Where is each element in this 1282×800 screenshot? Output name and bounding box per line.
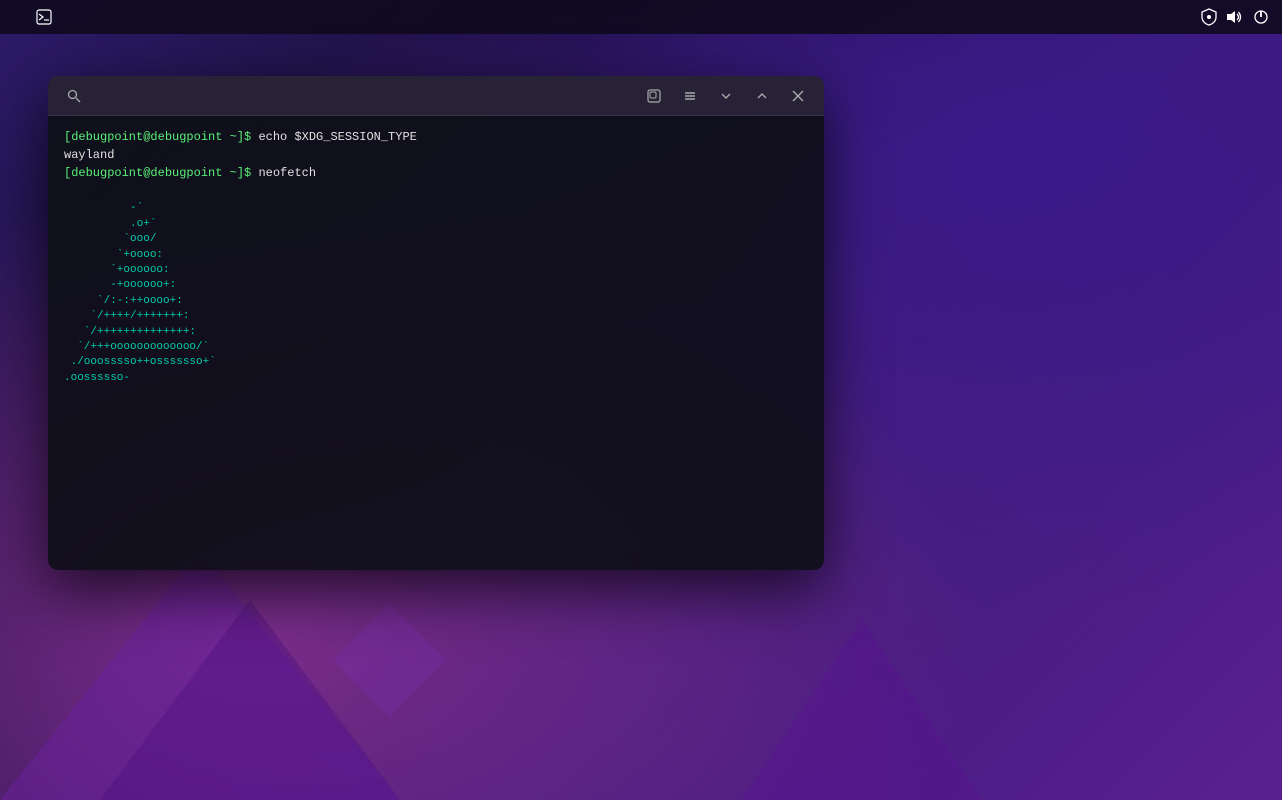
- terminal-search-button[interactable]: [60, 82, 88, 110]
- terminal-scroll-down-button[interactable]: [712, 82, 740, 110]
- terminal-menu-button[interactable]: [676, 82, 704, 110]
- shield-icon[interactable]: [1200, 8, 1218, 26]
- terminal-line: [debugpoint@debugpoint ~]$ neofetch: [64, 164, 808, 182]
- topbar: [0, 0, 1282, 34]
- activities-button[interactable]: [12, 15, 20, 19]
- topbar-left: [12, 9, 58, 25]
- search-icon: [67, 89, 81, 103]
- new-tab-icon: [647, 89, 661, 103]
- terminal-new-tab-button[interactable]: [640, 82, 668, 110]
- bg-decoration: [742, 620, 982, 800]
- neofetch-output: -` .o+` `ooo/ `+oooo: `+oooooo: -+oooooo…: [64, 186, 808, 386]
- neofetch-art: -` .o+` `ooo/ `+oooo: `+oooooo: -+oooooo…: [64, 186, 374, 386]
- power-icon[interactable]: [1252, 8, 1270, 26]
- topbar-right: [1200, 8, 1270, 26]
- terminal-output: wayland: [64, 146, 808, 164]
- terminal-scroll-up-button[interactable]: [748, 82, 776, 110]
- terminal-line: [debugpoint@debugpoint ~]$ echo $XDG_SES…: [64, 128, 808, 146]
- terminal-controls-left: [60, 82, 88, 110]
- close-icon: [791, 89, 805, 103]
- chevron-down-icon: [719, 89, 733, 103]
- console-icon: [36, 9, 52, 25]
- terminal-controls-right: [640, 82, 812, 110]
- terminal-window: [debugpoint@debugpoint ~]$ echo $XDG_SES…: [48, 76, 824, 570]
- shield-svg: [1201, 8, 1217, 26]
- terminal-titlebar: [48, 76, 824, 116]
- terminal-close-button[interactable]: [784, 82, 812, 110]
- volume-icon[interactable]: [1226, 8, 1244, 26]
- bg-decoration: [100, 600, 400, 800]
- terminal-content[interactable]: [debugpoint@debugpoint ~]$ echo $XDG_SES…: [48, 116, 824, 570]
- menu-icon: [683, 89, 697, 103]
- chevron-up-icon: [755, 89, 769, 103]
- power-svg: [1253, 9, 1269, 25]
- app-indicator[interactable]: [36, 9, 58, 25]
- volume-svg: [1226, 9, 1244, 25]
